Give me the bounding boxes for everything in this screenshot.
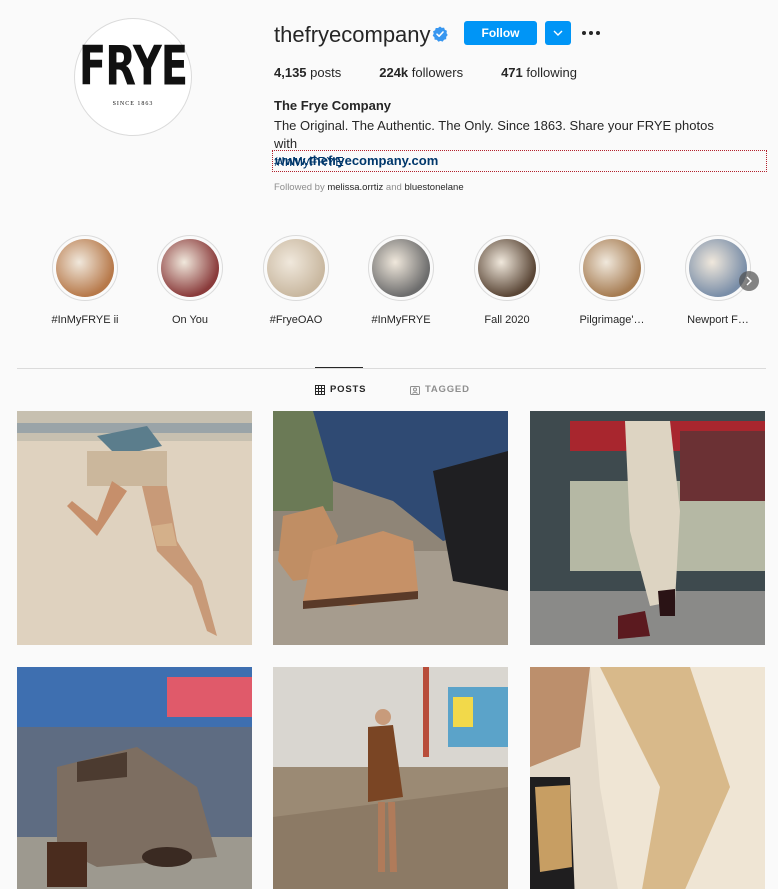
followed-by-user-link[interactable]: bluestonelane bbox=[404, 182, 463, 193]
followed-by-user-link[interactable]: melissa.orrtiz bbox=[327, 182, 383, 193]
tab-tagged[interactable]: TAGGED bbox=[410, 384, 470, 395]
post-image bbox=[530, 411, 765, 645]
website-link[interactable]: www.thefryecompany.com bbox=[272, 150, 767, 172]
highlight-cover bbox=[685, 235, 751, 301]
story-highlight[interactable]: #InMyFRYE ii bbox=[35, 235, 135, 326]
highlight-label: #FryeOAO bbox=[269, 314, 323, 326]
followers-link[interactable]: 224k followers bbox=[379, 65, 463, 80]
following-link[interactable]: 471 following bbox=[501, 65, 577, 80]
post-image bbox=[17, 411, 252, 645]
story-highlight[interactable]: #InMyFRYE bbox=[351, 235, 451, 326]
highlight-label: On You bbox=[171, 314, 209, 326]
post-thumbnail[interactable] bbox=[273, 667, 508, 889]
highlight-cover bbox=[579, 235, 645, 301]
chevron-right-icon[interactable] bbox=[739, 271, 759, 291]
grid-icon bbox=[315, 384, 325, 395]
logo-wordmark: FRYE bbox=[78, 35, 188, 99]
highlight-label: #InMyFRYE bbox=[371, 314, 431, 326]
profile-username: thefryecompany bbox=[274, 22, 431, 47]
post-thumbnail[interactable] bbox=[273, 411, 508, 645]
highlight-image bbox=[161, 239, 219, 297]
story-highlights: #InMyFRYE ii On You #FryeOAO #InMyFRYE Fall … bbox=[0, 230, 778, 330]
post-image bbox=[530, 667, 765, 889]
posts-count: 4,135 posts bbox=[274, 65, 342, 80]
highlight-cover bbox=[474, 235, 540, 301]
profile-header: FRYE SINCE 1863 thefryecompany Follow 4,… bbox=[0, 0, 778, 210]
highlight-cover bbox=[263, 235, 329, 301]
story-highlight[interactable]: On You bbox=[140, 235, 240, 326]
follow-button[interactable]: Follow bbox=[464, 21, 537, 45]
logo-subtitle: SINCE 1863 bbox=[112, 101, 154, 107]
highlight-cover bbox=[52, 235, 118, 301]
highlight-image bbox=[689, 239, 747, 297]
verified-badge-icon bbox=[432, 26, 448, 42]
section-divider bbox=[17, 368, 766, 369]
story-highlight[interactable]: Pilgrimage'… bbox=[562, 235, 662, 326]
highlight-image bbox=[583, 239, 641, 297]
followed-by: Followed by melissa.orrtiz and bluestone… bbox=[274, 182, 464, 193]
tab-posts[interactable]: POSTS bbox=[315, 384, 366, 395]
story-highlight[interactable]: Fall 2020 bbox=[457, 235, 557, 326]
highlight-label: Pilgrimage'… bbox=[579, 314, 645, 326]
profile-stats: 4,135 posts 224k followers 471 following bbox=[274, 65, 615, 80]
more-options-icon[interactable] bbox=[580, 25, 602, 41]
suggested-dropdown-button[interactable] bbox=[545, 21, 571, 45]
profile-tabs: POSTS TAGGED bbox=[0, 384, 778, 398]
post-thumbnail[interactable] bbox=[530, 411, 765, 645]
post-image bbox=[273, 411, 508, 645]
tagged-icon bbox=[410, 385, 420, 395]
story-highlight[interactable]: #FryeOAO bbox=[246, 235, 346, 326]
post-image bbox=[273, 667, 508, 889]
highlight-label: Newport F… bbox=[687, 314, 749, 326]
highlight-cover bbox=[368, 235, 434, 301]
highlight-label: Fall 2020 bbox=[484, 314, 530, 326]
post-thumbnail[interactable] bbox=[17, 411, 252, 645]
post-thumbnail[interactable] bbox=[17, 667, 252, 889]
chevron-down-icon bbox=[553, 30, 563, 36]
highlight-image bbox=[56, 239, 114, 297]
highlight-image bbox=[372, 239, 430, 297]
profile-avatar[interactable]: FRYE SINCE 1863 bbox=[74, 18, 192, 136]
active-tab-indicator bbox=[315, 367, 363, 368]
profile-full-name: The Frye Company bbox=[274, 98, 392, 113]
highlight-label: #InMyFRYE ii bbox=[51, 314, 119, 326]
highlight-cover bbox=[157, 235, 223, 301]
bio-text: The Original. The Authentic. The Only. S… bbox=[274, 118, 714, 151]
highlight-image bbox=[267, 239, 325, 297]
post-image bbox=[17, 667, 252, 889]
post-thumbnail[interactable] bbox=[530, 667, 765, 889]
highlight-image bbox=[478, 239, 536, 297]
